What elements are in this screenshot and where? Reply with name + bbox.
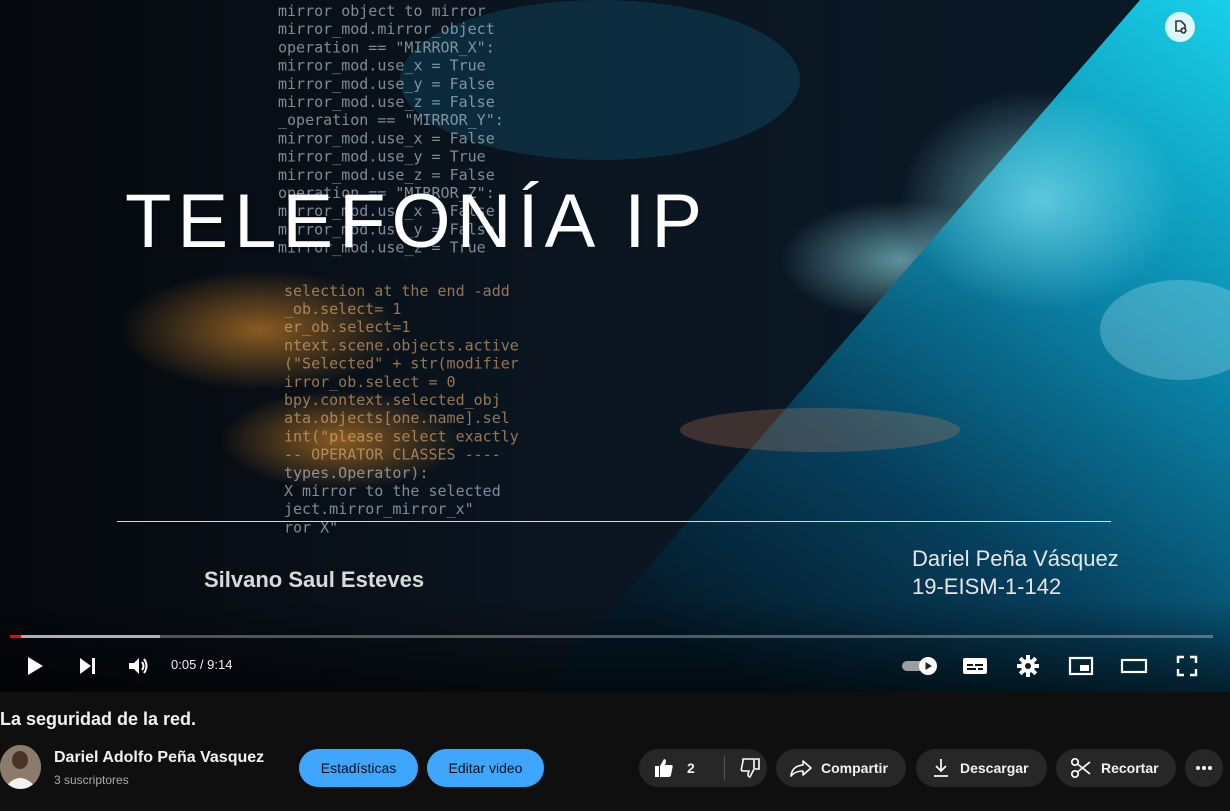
- code-line: mirror_mod.use_y = True: [278, 148, 486, 166]
- settings-button[interactable]: [1013, 651, 1043, 681]
- slide-author-right: Dariel Peña Vásquez 19-EISM-1-142: [912, 545, 1119, 601]
- playlist-badge-icon[interactable]: [1165, 12, 1195, 42]
- video-title: La seguridad de la red.: [0, 709, 197, 729]
- code-line: int("please select exactly: [284, 427, 519, 445]
- subtitles-icon: [963, 658, 987, 674]
- play-button[interactable]: [20, 651, 50, 681]
- code-line: mirror_mod.use_y = False: [278, 75, 495, 93]
- code-line: mirror_mod.use_z = False: [278, 93, 495, 111]
- code-line: operation == "MIRROR_X":: [278, 38, 495, 56]
- progress-played: [10, 635, 21, 638]
- avatar[interactable]: [0, 745, 41, 789]
- share-icon: [790, 760, 812, 777]
- miniplayer-button[interactable]: [1066, 651, 1096, 681]
- slide-title: TELEFONÍA IP: [125, 179, 709, 264]
- code-line: selection at the end -add: [284, 282, 510, 300]
- more-actions-button[interactable]: [1185, 749, 1223, 787]
- controls-gradient: [0, 600, 1230, 692]
- code-line: ("Selected" + str(modifier: [284, 355, 519, 373]
- miniplayer-icon: [1068, 656, 1094, 676]
- code-line: mirror_mod.use_x = False: [278, 129, 495, 147]
- share-label: Compartir: [821, 760, 888, 776]
- clip-button[interactable]: Recortar: [1056, 749, 1176, 787]
- next-icon: [80, 658, 95, 674]
- code-line: _ob.select= 1: [284, 300, 401, 318]
- download-label: Descargar: [960, 760, 1029, 776]
- code-line: ata.objects[one.name].sel: [284, 409, 510, 427]
- subscriber-count: 3 suscriptores: [54, 773, 129, 787]
- autoplay-toggle[interactable]: [900, 651, 940, 681]
- code-line: irror_ob.select = 0: [284, 373, 456, 391]
- edit-video-button[interactable]: Editar video: [427, 749, 544, 787]
- play-icon: [28, 657, 43, 675]
- slide-author-name: Dariel Peña Vásquez: [912, 546, 1119, 571]
- avatar-image: [0, 745, 41, 789]
- code-line: mirror object to mirror: [278, 2, 486, 20]
- code-line: mirror_mod.mirror_object: [278, 20, 495, 38]
- code-line: -- OPERATOR CLASSES ----: [284, 446, 501, 464]
- channel-name[interactable]: Dariel Adolfo Peña Vasquez: [54, 749, 264, 767]
- code-line: types.Operator):: [284, 464, 429, 482]
- badge-glyph: [1175, 20, 1187, 34]
- code-line: ntext.scene.objects.active: [284, 336, 519, 354]
- dislike-button[interactable]: [725, 749, 761, 787]
- next-button[interactable]: [72, 651, 102, 681]
- code-line: X mirror to the selected: [284, 482, 501, 500]
- code-line: bpy.context.selected_obj: [284, 391, 501, 409]
- theater-icon: [1120, 658, 1148, 674]
- share-button[interactable]: Compartir: [776, 749, 906, 787]
- thumbs-up-icon: [655, 759, 673, 777]
- like-dislike-group: 2: [639, 749, 767, 787]
- subtitles-button[interactable]: [960, 651, 990, 681]
- more-icon: [1196, 766, 1212, 770]
- fullscreen-icon: [1176, 655, 1198, 677]
- thumbs-down-icon: [740, 758, 760, 778]
- gear-icon: [1017, 655, 1039, 677]
- like-count: 2: [687, 760, 695, 776]
- stats-button[interactable]: Estadísticas: [299, 749, 418, 787]
- progress-buffered: [10, 635, 161, 638]
- code-line: ject.mirror_mirror_x": [284, 500, 474, 518]
- code-line: _operation == "MIRROR_Y":: [278, 111, 504, 129]
- autoplay-toggle-icon: [902, 657, 937, 675]
- theater-button[interactable]: [1119, 651, 1149, 681]
- volume-button[interactable]: [124, 651, 154, 681]
- clip-label: Recortar: [1101, 760, 1159, 776]
- like-button[interactable]: 2: [639, 749, 709, 787]
- volume-icon: [129, 658, 148, 674]
- download-icon: [934, 759, 948, 777]
- fullscreen-button[interactable]: [1172, 651, 1202, 681]
- code-line: mirror_mod.use_x = True: [278, 57, 486, 75]
- slide-author-id: 19-EISM-1-142: [912, 574, 1062, 599]
- video-player[interactable]: mirror object to mirror mirror_mod.mirror…: [0, 0, 1230, 692]
- download-button[interactable]: Descargar: [916, 749, 1047, 787]
- scissors-icon: [1070, 757, 1091, 779]
- slide-divider: [117, 521, 1111, 522]
- slide-author-left: Silvano Saul Esteves: [204, 567, 425, 592]
- time-display: 0:05 / 9:14: [171, 657, 233, 672]
- code-line: er_ob.select=1: [284, 318, 410, 336]
- progress-bar[interactable]: [10, 635, 1213, 638]
